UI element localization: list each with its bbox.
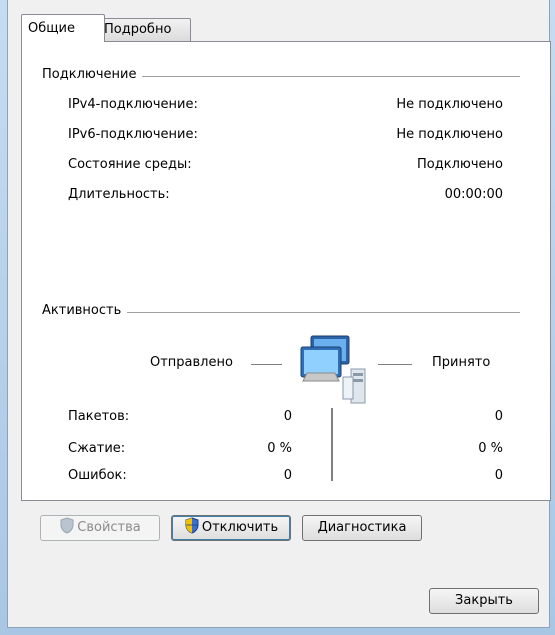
errors-sent: 0 xyxy=(283,468,292,483)
network-computers-icon xyxy=(299,333,371,405)
tab-panel-general: Подключение IPv4-подключение: Не подключ… xyxy=(21,41,551,501)
uac-shield-icon xyxy=(184,517,200,534)
uac-shield-icon xyxy=(59,517,75,534)
duration-label: Длительность: xyxy=(68,187,170,202)
disable-button[interactable]: Отключить xyxy=(171,515,291,541)
errors-received: 0 xyxy=(494,468,503,483)
properties-button[interactable]: Свойства xyxy=(40,515,160,541)
packets-label: Пакетов: xyxy=(68,409,130,424)
duration-value: 00:00:00 xyxy=(444,187,503,202)
compression-label: Сжатие: xyxy=(68,441,126,456)
activity-vertical-divider xyxy=(331,408,333,481)
packets-received: 0 xyxy=(494,409,503,424)
dialog-frame: Общие Подробно Подключение IPv4-подключе… xyxy=(0,0,555,635)
packets-sent: 0 xyxy=(283,409,292,424)
tab-general[interactable]: Общие xyxy=(21,14,105,42)
disable-button-label: Отключить xyxy=(201,520,279,535)
sent-label: Отправлено xyxy=(150,355,233,370)
activity-group-title: Активность xyxy=(42,303,128,318)
ipv4-value: Не подключено xyxy=(396,97,503,112)
errors-label: Ошибок: xyxy=(68,468,127,483)
compression-sent: 0 % xyxy=(267,441,292,456)
close-button[interactable]: Закрыть xyxy=(429,588,539,614)
received-connector-line xyxy=(378,364,412,365)
ipv4-label: IPv4-подключение: xyxy=(68,97,198,112)
ipv6-value: Не подключено xyxy=(396,127,503,142)
received-label: Принято xyxy=(432,355,491,370)
media-state-label: Состояние среды: xyxy=(68,157,192,172)
properties-button-label: Свойства xyxy=(77,520,141,535)
media-state-value: Подключено xyxy=(417,157,503,172)
compression-received: 0 % xyxy=(478,441,503,456)
ipv6-label: IPv6-подключение: xyxy=(68,127,198,142)
tab-details[interactable]: Подробно xyxy=(97,18,191,41)
dialog-body: Общие Подробно Подключение IPv4-подключе… xyxy=(7,0,551,628)
connection-group-title: Подключение xyxy=(42,67,143,82)
sent-connector-line xyxy=(251,364,282,365)
diagnose-button[interactable]: Диагностика xyxy=(302,515,422,541)
